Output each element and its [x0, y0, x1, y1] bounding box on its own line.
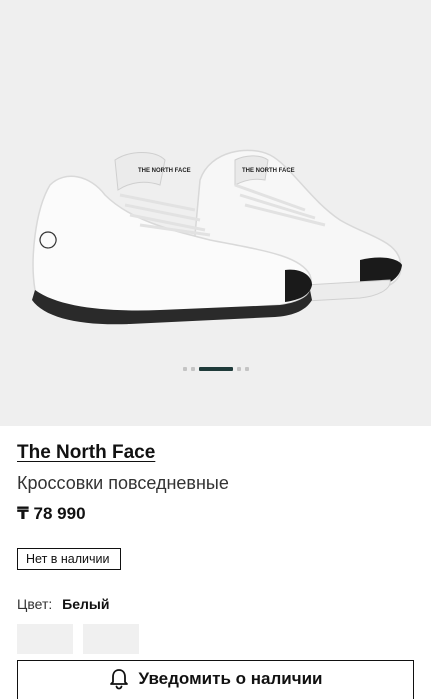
brand-link[interactable]: The North Face	[17, 440, 417, 466]
color-value: Белый	[62, 596, 110, 612]
gallery-dot[interactable]	[182, 367, 187, 371]
product-name: Кроссовки повседневные	[17, 473, 229, 493]
color-label: Цвет:	[17, 596, 53, 612]
gallery-pagination	[0, 366, 431, 372]
color-swatch[interactable]	[17, 624, 73, 654]
notify-button-label: Уведомить о наличии	[138, 669, 323, 688]
notify-availability-button[interactable]: Уведомить о наличии	[17, 660, 414, 699]
gallery-dot-active[interactable]	[198, 367, 233, 371]
sneaker-pair-image: THE NORTH FACE THE NORTH FACE	[32, 149, 402, 325]
color-swatches	[17, 624, 139, 654]
product-image-gallery[interactable]: THE NORTH FACE THE NORTH FACE	[0, 0, 431, 426]
stock-status-badge: Нет в наличии	[17, 548, 121, 570]
brand-logo-front: THE NORTH FACE	[138, 168, 191, 174]
product-page: THE NORTH FACE THE NORTH FACE The North …	[0, 0, 431, 699]
gallery-dot[interactable]	[244, 367, 249, 371]
product-info: The North Face Кроссовки повседневные ₸ …	[17, 440, 417, 526]
brand-logo-back: THE NORTH FACE	[242, 168, 295, 174]
stock-status-label: Нет в наличии	[26, 552, 110, 566]
color-row: Цвет: Белый	[17, 594, 109, 614]
gallery-dot[interactable]	[236, 367, 241, 371]
color-swatch[interactable]	[83, 624, 139, 654]
gallery-dot[interactable]	[190, 367, 195, 371]
bell-icon	[109, 669, 128, 690]
product-price: ₸ 78 990	[17, 504, 86, 523]
